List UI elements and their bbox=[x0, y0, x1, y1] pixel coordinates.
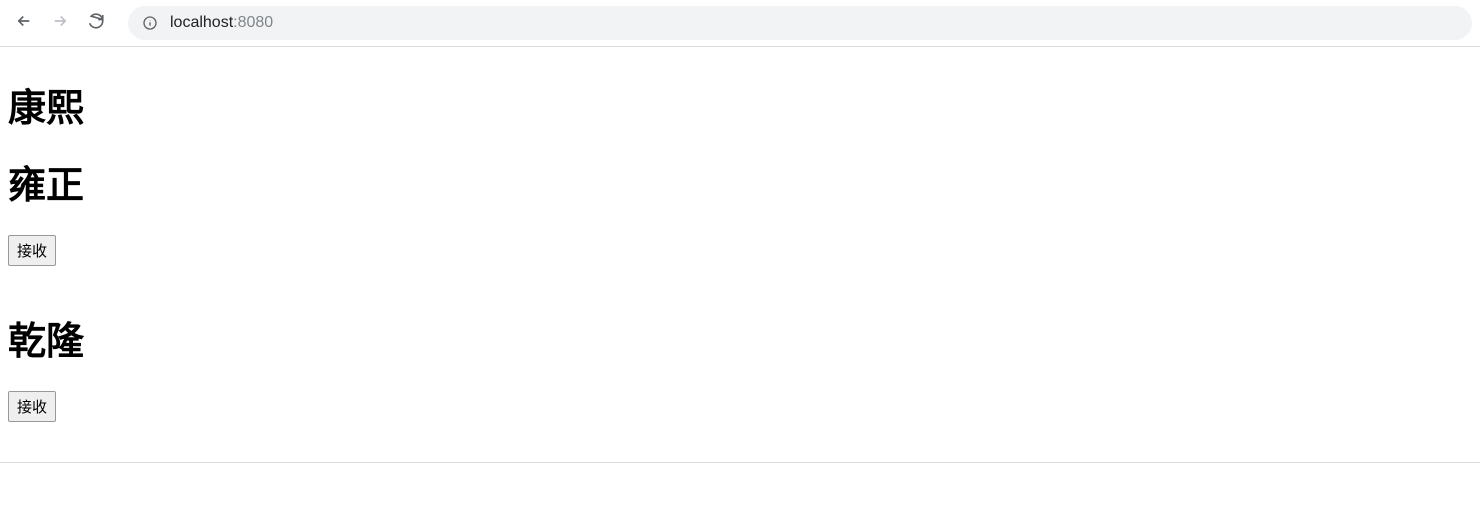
bottom-divider bbox=[0, 462, 1480, 463]
url-text: localhost:8080 bbox=[170, 14, 273, 32]
heading-3: 乾隆 bbox=[8, 310, 1472, 365]
url-port: :8080 bbox=[233, 14, 273, 31]
reload-button[interactable] bbox=[80, 7, 112, 39]
page-content: 康熙 雍正 接收 乾隆 接收 bbox=[0, 47, 1480, 452]
url-host: localhost bbox=[170, 14, 233, 31]
heading-1: 康熙 bbox=[8, 77, 1472, 132]
arrow-right-icon bbox=[51, 12, 69, 35]
info-icon bbox=[142, 15, 158, 31]
reload-icon bbox=[87, 12, 105, 35]
arrow-left-icon bbox=[15, 12, 33, 35]
accept-button-1[interactable]: 接收 bbox=[8, 235, 56, 266]
heading-2: 雍正 bbox=[8, 154, 1472, 209]
back-button[interactable] bbox=[8, 7, 40, 39]
address-bar[interactable]: localhost:8080 bbox=[128, 6, 1472, 40]
forward-button[interactable] bbox=[44, 7, 76, 39]
accept-button-2[interactable]: 接收 bbox=[8, 391, 56, 422]
browser-toolbar: localhost:8080 bbox=[0, 0, 1480, 46]
